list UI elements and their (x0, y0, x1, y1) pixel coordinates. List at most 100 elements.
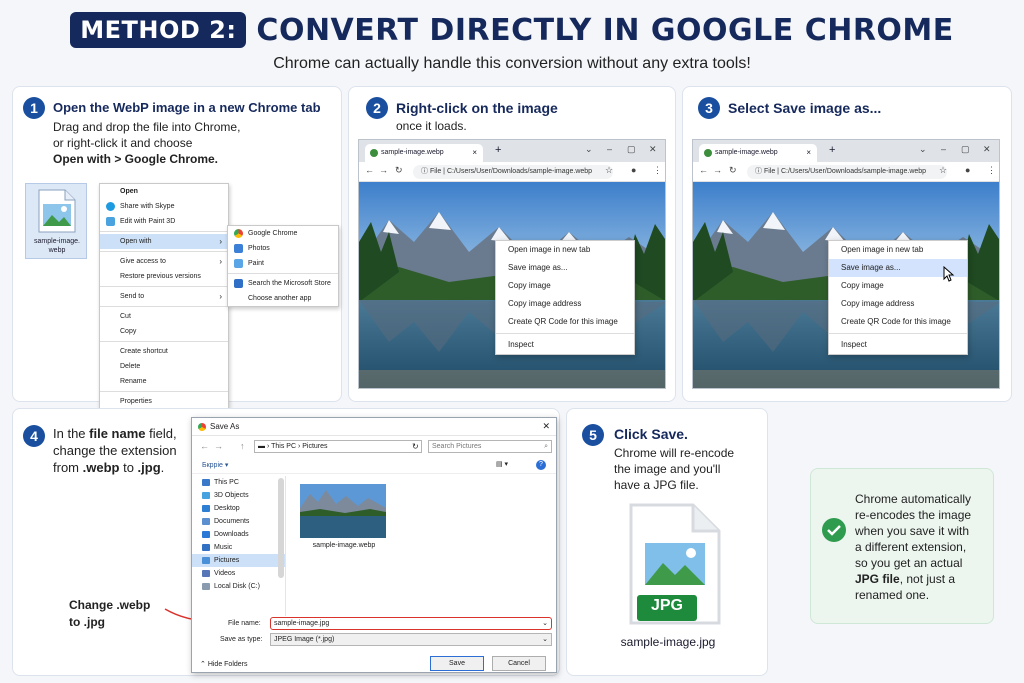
browser-tab[interactable]: sample-image.webp × (699, 144, 817, 162)
menu-save-image-as[interactable]: Save image as... (496, 259, 634, 277)
bookmark-star-icon[interactable]: ☆ (939, 165, 947, 176)
tree-local-disk[interactable]: Local Disk (C:) (192, 580, 285, 593)
step4-line3: from .webp to .jpg. (53, 460, 164, 476)
menu-open-new-tab[interactable]: Open image in new tab (829, 241, 967, 259)
tree-videos[interactable]: Videos (192, 567, 285, 580)
tree-downloads[interactable]: Downloads (192, 528, 285, 541)
ctx-restore[interactable]: Restore previous versions (100, 269, 228, 284)
profile-icon[interactable]: ● (965, 165, 970, 175)
ctx-copy[interactable]: Copy (100, 324, 228, 339)
tree-pictures[interactable]: Pictures (192, 554, 285, 567)
up-icon[interactable]: ↑ (240, 441, 245, 451)
tip-line4: a different extension, (855, 540, 967, 554)
menu-copy-image-address[interactable]: Copy image address (496, 295, 634, 313)
file-name-input[interactable]: sample-image.jpg ⌄ (270, 617, 552, 630)
forward-icon[interactable]: → (713, 165, 722, 175)
profile-icon[interactable]: ● (631, 165, 636, 175)
menu-open-new-tab[interactable]: Open image in new tab (496, 241, 634, 259)
step4-line3d: .jpg (137, 460, 161, 475)
new-tab-icon[interactable]: + (829, 144, 835, 156)
back-icon[interactable]: ← (365, 165, 374, 175)
tab-close-icon[interactable]: × (806, 144, 811, 162)
tip-line5: so you get an actual (855, 556, 963, 570)
back-icon[interactable]: ← (200, 441, 209, 451)
forward-icon[interactable]: → (214, 441, 223, 451)
submenu-photos[interactable]: Photos (228, 241, 338, 256)
tree-music[interactable]: Music (192, 541, 285, 554)
save-button[interactable]: Save (430, 656, 484, 671)
address-bar[interactable]: ⓘ File | C:/Users/User/Downloads/sample-… (413, 165, 613, 179)
refresh-icon[interactable]: ↻ (412, 442, 419, 451)
menu-dots-icon[interactable]: ⋮ (653, 165, 662, 176)
chrome-icon (198, 423, 206, 431)
tree-documents[interactable]: Documents (192, 515, 285, 528)
reload-icon[interactable]: ↻ (395, 165, 403, 176)
minimize-icon[interactable]: – (941, 144, 946, 154)
menu-copy-image-address[interactable]: Copy image address (829, 295, 967, 313)
maximize-icon[interactable]: ▢ (627, 144, 636, 155)
path-this-pc[interactable]: This PC (271, 443, 296, 450)
tree-3d-objects[interactable]: 3D Objects (192, 489, 285, 502)
close-icon[interactable]: ✕ (983, 144, 991, 155)
tree-this-pc[interactable]: This PC (192, 476, 285, 489)
ctx-cut[interactable]: Cut (100, 309, 228, 324)
dialog-close-icon[interactable]: ✕ (542, 421, 550, 432)
videos-icon (202, 570, 210, 577)
file-thumbnail[interactable]: sample-image.webp (300, 484, 388, 554)
new-tab-icon[interactable]: + (495, 144, 501, 156)
tree-scrollbar[interactable] (278, 478, 284, 578)
ctx-edit-paint3d[interactable]: Edit with Paint 3D (100, 214, 228, 229)
browser-tab[interactable]: sample-image.webp × (365, 144, 483, 162)
ctx-delete[interactable]: Delete (100, 359, 228, 374)
submenu-paint[interactable]: Paint (228, 256, 338, 271)
help-icon[interactable]: ? (536, 460, 546, 470)
chevron-down-icon[interactable]: ⌄ (585, 144, 593, 155)
tree-desktop[interactable]: Desktop (192, 502, 285, 515)
tip-line6b: , not just a (899, 572, 956, 586)
ctx-give-access[interactable]: Give access to › (100, 254, 228, 269)
ctx-open-with[interactable]: Open with › (100, 234, 228, 249)
ctx-rename-label: Rename (120, 378, 147, 385)
webp-file-item[interactable]: sample-image. webp (25, 183, 87, 259)
submenu-store[interactable]: Search the Microsoft Store (228, 276, 338, 291)
path-bar[interactable]: ▬ › This PC › Pictures (254, 440, 422, 453)
submenu-google-chrome[interactable]: Google Chrome (228, 226, 338, 241)
back-icon[interactable]: ← (699, 165, 708, 175)
submenu-choose-app[interactable]: Choose another app (228, 291, 338, 306)
ctx-create-shortcut[interactable]: Create shortcut (100, 344, 228, 359)
tab-close-icon[interactable]: × (472, 144, 477, 162)
cancel-button[interactable]: Cancel (492, 656, 546, 671)
ctx-share-skype-label: Share with Skype (120, 203, 175, 210)
path-pictures[interactable]: Pictures (302, 443, 327, 450)
step2-number: 2 (366, 97, 388, 119)
reload-icon[interactable]: ↻ (729, 165, 737, 176)
hide-folders-toggle[interactable]: ⌃ Hide Folders (200, 660, 248, 668)
ctx-share-skype[interactable]: Share with Skype (100, 199, 228, 214)
save-type-select[interactable]: JPEG Image (*.jpg) ⌄ (270, 633, 552, 646)
menu-dots-icon[interactable]: ⋮ (987, 165, 996, 176)
bookmark-star-icon[interactable]: ☆ (605, 165, 613, 176)
landscape-image[interactable]: Open image in new tab Save image as... C… (359, 182, 665, 388)
address-bar[interactable]: ⓘ File | C:/Users/User/Downloads/sample-… (747, 165, 947, 179)
menu-copy-image[interactable]: Copy image (496, 277, 634, 295)
chevron-right-icon: › (219, 292, 222, 301)
close-icon[interactable]: ✕ (649, 144, 657, 155)
menu-inspect[interactable]: Inspect (829, 336, 967, 354)
menu-create-qr[interactable]: Create QR Code for this image (496, 313, 634, 331)
chevron-down-icon[interactable]: ⌄ (919, 144, 927, 155)
menu-inspect[interactable]: Inspect (496, 336, 634, 354)
paint-icon (234, 259, 243, 268)
maximize-icon[interactable]: ▢ (961, 144, 970, 155)
folder-tree: This PC 3D Objects Desktop Documents Dow… (192, 476, 286, 616)
forward-icon[interactable]: → (379, 165, 388, 175)
menu-create-qr[interactable]: Create QR Code for this image (829, 313, 967, 331)
ctx-properties[interactable]: Properties (100, 394, 228, 409)
ctx-rename[interactable]: Rename (100, 374, 228, 389)
organize-button[interactable]: Бкрріе ▾ (202, 461, 228, 469)
ctx-send-to[interactable]: Send to › (100, 289, 228, 304)
landscape-image[interactable]: Open image in new tab Save image as... C… (693, 182, 999, 388)
minimize-icon[interactable]: – (607, 144, 612, 154)
view-icon[interactable]: ▤ ▾ (496, 460, 508, 468)
search-input[interactable]: Search Pictures ⌕ (428, 440, 552, 453)
ctx-open[interactable]: Open (100, 184, 228, 199)
